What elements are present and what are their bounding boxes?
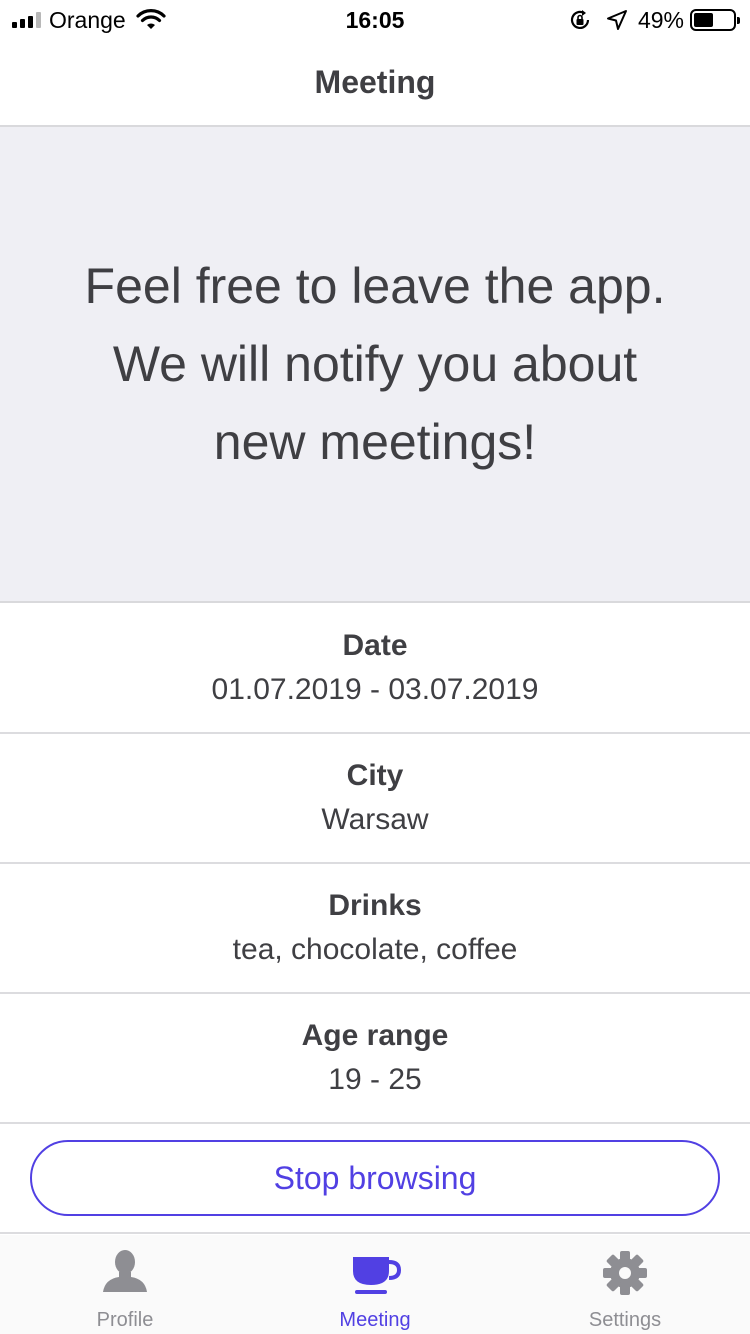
status-left: Orange (12, 7, 166, 34)
tab-bar: Profile Meeting Settings (0, 1235, 750, 1334)
drinks-label: Drinks (328, 889, 422, 922)
status-right: 49% (562, 6, 740, 34)
city-value: Warsaw (321, 803, 429, 836)
notification-banner: Feel free to leave the app. We will noti… (0, 127, 750, 603)
banner-message: Feel free to leave the app. We will noti… (65, 247, 685, 481)
banner-line-3: new meetings! (213, 414, 537, 470)
city-row: City Warsaw (0, 734, 750, 864)
age-range-row: Age range 19 - 25 (0, 994, 750, 1124)
tab-settings[interactable]: Settings (500, 1235, 750, 1334)
age-range-value: 19 - 25 (328, 1063, 422, 1096)
battery-fill (694, 13, 713, 27)
rotation-lock-icon (570, 10, 590, 29)
wifi-icon (136, 9, 166, 29)
stop-browsing-button[interactable]: Stop browsing (30, 1140, 720, 1216)
nav-bar: Meeting (0, 40, 750, 127)
gear-icon (603, 1251, 647, 1295)
date-value: 01.07.2019 - 03.07.2019 (211, 673, 539, 706)
city-label: City (346, 759, 404, 792)
meeting-details: Date 01.07.2019 - 03.07.2019 City Warsaw… (0, 604, 750, 1124)
tab-profile[interactable]: Profile (0, 1235, 250, 1334)
tab-meeting[interactable]: Meeting (250, 1235, 500, 1334)
stop-button-area: Stop browsing (0, 1124, 750, 1234)
carrier-name: Orange (49, 6, 126, 33)
date-label: Date (342, 629, 408, 662)
person-icon (103, 1250, 147, 1292)
battery-icon (690, 9, 740, 31)
battery-cap (737, 17, 740, 24)
cup-icon (353, 1257, 401, 1294)
drinks-row: Drinks tea, chocolate, coffee (0, 864, 750, 994)
signal-icon (12, 12, 41, 28)
page-title: Meeting (314, 64, 436, 100)
drinks-value: tea, chocolate, coffee (232, 933, 518, 966)
screen: Orange 16:05 49% Meeting Feel free to le… (0, 0, 750, 1334)
battery-percent: 49% (637, 6, 684, 33)
age-range-label: Age range (301, 1019, 449, 1052)
tab-profile-label: Profile (96, 1309, 154, 1331)
banner-line-2: We will notify you about (112, 336, 638, 392)
tab-meeting-label: Meeting (339, 1309, 411, 1331)
tab-settings-label: Settings (588, 1309, 662, 1331)
banner-line-1: Feel free to leave the app. (84, 258, 666, 314)
date-row: Date 01.07.2019 - 03.07.2019 (0, 604, 750, 734)
status-bar: Orange 16:05 49% (0, 0, 750, 40)
location-arrow-icon (606, 10, 627, 30)
